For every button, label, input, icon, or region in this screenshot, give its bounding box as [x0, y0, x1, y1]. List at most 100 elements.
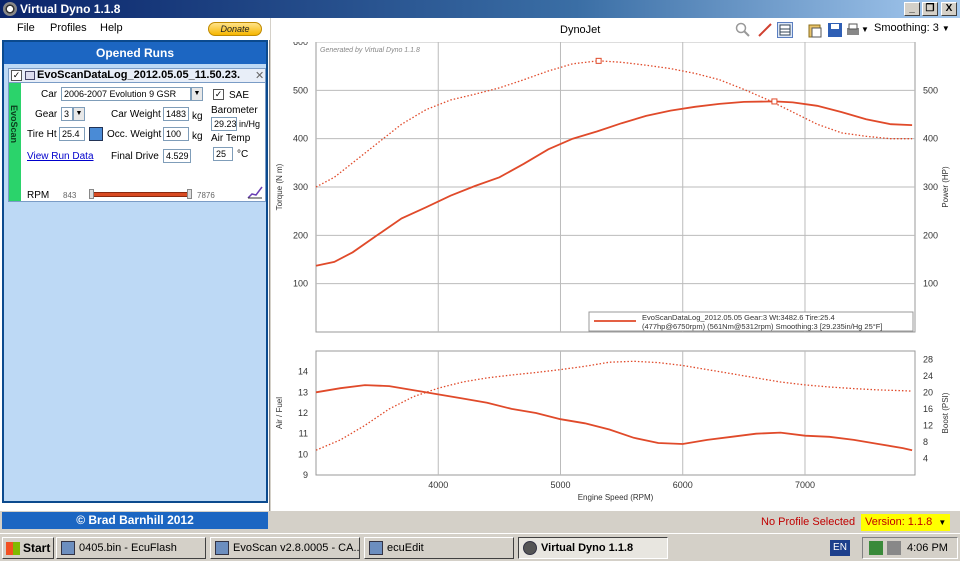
rpm-max-handle[interactable] [187, 189, 192, 199]
chart-name: DynoJet [560, 24, 601, 36]
app-icon [3, 2, 17, 16]
final-drive-input[interactable]: 4.529 [163, 149, 191, 163]
windows-logo-icon [6, 542, 20, 555]
close-run-icon[interactable]: ✕ [255, 69, 264, 82]
occ-weight-input[interactable]: 100 [163, 127, 189, 141]
run-name: EvoScanDataLog_2012.05.05_11.50.23. [37, 69, 241, 81]
car-select[interactable]: 2006-2007 Evolution 9 GSR [61, 87, 191, 101]
tire-calculator-icon[interactable] [89, 127, 103, 141]
virtual-dyno-icon [523, 541, 537, 555]
car-dropdown-icon[interactable]: ▼ [191, 87, 203, 101]
afr-boost-y2tick-label: 16 [923, 404, 933, 414]
run-visible-checkbox[interactable]: ✓ [11, 70, 22, 81]
sae-checkbox[interactable]: ✓ [213, 89, 224, 100]
restore-button[interactable]: ❐ [922, 2, 938, 16]
afr-boost-ytick-label: 10 [298, 449, 308, 459]
run-source-strip: EvoScan [9, 83, 21, 201]
donate-button[interactable]: Donate [208, 22, 262, 36]
system-tray: 4:06 PM [862, 537, 958, 559]
copyright-footer: © Brad Barnhill 2012 [2, 512, 268, 529]
clock: 4:06 PM [907, 542, 948, 554]
afr-boost-plot-frame [315, 350, 916, 476]
version-select[interactable]: Version: 1.1.8 ▼ [861, 514, 951, 531]
tire-height-input[interactable]: 25.4 [59, 127, 85, 141]
torque-power-ytick-label: 300 [293, 182, 308, 192]
menu-help[interactable]: Help [100, 22, 123, 34]
dyno-charts: 100 200 300 400 500 600 100 200 300 400 500 Torque … [275, 37, 950, 502]
peak-marker [771, 98, 778, 105]
network-icon[interactable] [869, 541, 883, 555]
run-card: ✓ EvoScanDataLog_2012.05.05_11.50.23. ✕ … [8, 68, 266, 202]
car-weight-input[interactable]: 1483 [163, 107, 189, 121]
afr-boost-ytick-label: 9 [303, 470, 308, 480]
car-weight-unit: kg [192, 111, 203, 122]
paste-icon[interactable] [807, 22, 823, 38]
save-icon[interactable] [827, 22, 843, 38]
legend-line2: (477hp@6750rpm) (561Nm@5312rpm) Smoothin… [642, 322, 882, 331]
gear-dropdown-icon[interactable]: ▼ [73, 107, 85, 121]
task-ecuflash[interactable]: 0405.bin - EcuFlash [56, 537, 206, 559]
afr-boost-ytick-label: 12 [298, 408, 308, 418]
mini-chart-icon[interactable] [247, 185, 263, 199]
evoscan-icon [215, 541, 229, 555]
chart-area: 100 200 300 400 500 600 100 200 300 400 500 Torque … [271, 37, 960, 511]
menu-file[interactable]: File [17, 22, 35, 34]
opened-runs-panel: Opened Runs ✓ EvoScanDataLog_2012.05.05_… [2, 40, 268, 503]
rpm-range-slider[interactable] [89, 189, 193, 199]
zoom-icon[interactable] [735, 22, 751, 38]
run-source-tag: EvoScan [9, 104, 20, 144]
torque-power-y2tick-label: 200 [923, 230, 938, 240]
smoothing-dropdown-icon[interactable]: ▼ [942, 24, 950, 33]
grid-icon[interactable] [777, 22, 793, 38]
afr-boost-ytick-label: 11 [299, 429, 308, 439]
print-dropdown-icon[interactable]: ▼ [861, 22, 871, 38]
view-run-data-link[interactable]: View Run Data [27, 151, 94, 162]
task-ecuedit[interactable]: ecuEdit [364, 537, 514, 559]
xtick-label: 7000 [795, 480, 815, 490]
afr-boost-y2-axis-label: Boost (PSI) [941, 392, 950, 433]
afr-boost-y2tick-label: 20 [923, 387, 933, 397]
print-icon[interactable] [845, 22, 861, 38]
barometer-input[interactable]: 29.235 [211, 117, 237, 131]
menu-bar: File Profiles Help Donate [0, 18, 270, 40]
version-dropdown-icon[interactable]: ▼ [938, 518, 946, 527]
air-temp-unit: °C [237, 149, 249, 160]
language-indicator[interactable]: EN [830, 540, 850, 556]
car-label: Car [41, 89, 58, 100]
peak-marker [595, 57, 602, 64]
left-panel: File Profiles Help Donate Opened Runs ✓ … [0, 18, 270, 529]
rpm-min-handle[interactable] [89, 189, 94, 199]
close-button[interactable]: X [941, 2, 957, 16]
pen-icon[interactable] [757, 22, 773, 38]
status-bar: No Profile Selected ▼ Version: 1.1.8 ▼ [271, 511, 960, 533]
task-evoscan[interactable]: EvoScan v2.8.0005 - CA... [210, 537, 360, 559]
opened-runs-header: Opened Runs [4, 42, 266, 64]
air-temp-input[interactable]: 25 [213, 147, 233, 161]
afr-boost-y2tick-label: 28 [923, 354, 933, 364]
volume-icon[interactable] [887, 541, 901, 555]
profile-select[interactable]: No Profile Selected ▼ [761, 516, 869, 528]
torque-power-y2tick-label: 100 [923, 279, 938, 289]
task-virtual-dyno[interactable]: Virtual Dyno 1.1.8 [518, 537, 668, 559]
minimize-button[interactable]: _ [904, 2, 920, 16]
barometer-label: Barometer [211, 105, 258, 116]
chart-toolbar: ▼ [271, 18, 960, 42]
torque-power-ytick-label: 500 [293, 85, 308, 95]
rpm-max: 7876 [197, 191, 215, 200]
torque-power-ytick-label: 600 [293, 42, 308, 47]
torque-power-y2tick-label: 300 [923, 182, 938, 192]
collapse-icon[interactable] [25, 71, 35, 80]
torque-power-y2tick-label: 500 [923, 85, 938, 95]
gear-select[interactable]: 3 [61, 107, 73, 121]
torque-power-y2tick-label: 400 [923, 134, 938, 144]
air-temp-label: Air Temp [211, 133, 251, 144]
menu-profiles[interactable]: Profiles [50, 22, 87, 34]
barometer-unit: in/Hg [239, 119, 261, 129]
afr-boost-ytick-label: 13 [298, 387, 308, 397]
start-button[interactable]: Start [2, 537, 54, 559]
xtick-label: 5000 [550, 480, 570, 490]
ecuflash-icon [61, 541, 75, 555]
x-axis-label: Engine Speed (RPM) [578, 493, 654, 502]
afr-boost-y2tick-label: 8 [923, 437, 928, 447]
smoothing-select[interactable]: Smoothing: 3 ▼ [874, 22, 950, 34]
